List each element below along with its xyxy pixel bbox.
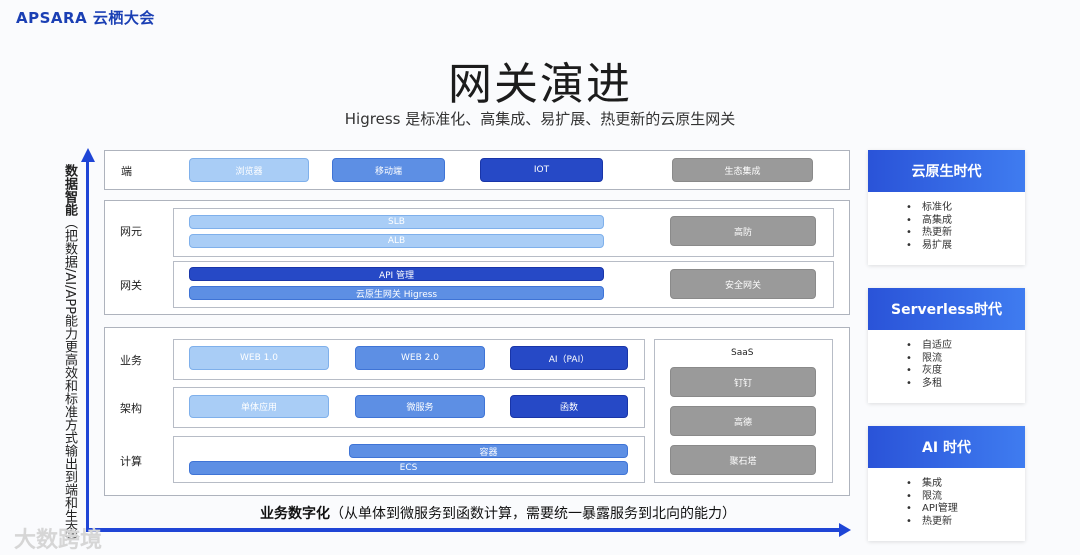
y-axis-bold: 数据智能 (62, 164, 77, 216)
chip-security-gateway: 安全网关 (670, 269, 816, 299)
chip-function: 函数 (510, 395, 628, 418)
card-item: 自适应 (906, 340, 1025, 353)
label-jiagou: 架构 (120, 402, 142, 415)
card-cloud-native: 云原生时代 标准化 高集成 热更新 易扩展 (868, 150, 1025, 265)
chip-ai-pai: AI（PAI） (510, 346, 628, 370)
chip-slb: SLB (189, 215, 604, 229)
chip-ecosystem: 生态集成 (672, 158, 813, 182)
card-item: 集成 (906, 478, 1025, 491)
chip-container: 容器 (349, 444, 628, 458)
chip-microservices: 微服务 (355, 395, 485, 418)
card-item: 热更新 (906, 516, 1025, 529)
chip-browser: 浏览器 (189, 158, 309, 182)
horizontal-arrow-head (839, 523, 851, 537)
watermark: 大数跨境 (14, 528, 103, 553)
y-axis-caption: 数据智能（把数据/AI/APP能力更高效和标准方式输出到端和生态） (58, 164, 80, 548)
label-duan: 端 (121, 165, 132, 178)
vertical-arrow (86, 160, 89, 530)
saas-title: SaaS (731, 348, 754, 358)
card-serverless: Serverless时代 自适应 限流 灰度 多租 (868, 288, 1025, 403)
card-item: API管理 (906, 503, 1025, 516)
page-subtitle: Higress 是标准化、高集成、易扩展、热更新的云原生网关 (344, 110, 736, 128)
label-wangyuan: 网元 (120, 225, 142, 238)
chip-dingtalk: 钉钉 (670, 367, 816, 397)
y-axis-rest: （把数据/AI/APP能力更高效和标准方式输出到端和生态） (62, 216, 77, 549)
card-item: 高集成 (906, 215, 1025, 228)
x-axis-rest: （从单体到微服务到函数计算，需要统一暴露服务到北向的能力） (330, 506, 736, 522)
chip-higress: 云原生网关 Higress (189, 286, 604, 300)
label-yewu: 业务 (120, 354, 142, 367)
chip-api-management: API 管理 (189, 267, 604, 281)
chip-mobile: 移动端 (332, 158, 445, 182)
chip-alb: ALB (189, 234, 604, 248)
chip-ecs: ECS (189, 461, 628, 475)
x-axis-bold: 业务数字化 (260, 506, 330, 522)
chip-web2: WEB 2.0 (355, 346, 485, 370)
card-item: 易扩展 (906, 240, 1025, 253)
chip-iot: IOT (480, 158, 603, 182)
card-title: 云原生时代 (868, 150, 1025, 192)
x-axis-caption: 业务数字化（从单体到微服务到函数计算，需要统一暴露服务到北向的能力） (260, 503, 736, 523)
card-item: 多租 (906, 378, 1025, 391)
card-title: AI 时代 (868, 426, 1025, 468)
apsara-logo: APSARA 云栖大会 (16, 9, 155, 27)
card-item: 灰度 (906, 365, 1025, 378)
card-title: Serverless时代 (868, 288, 1025, 330)
page-title: 网关演进 (448, 59, 632, 110)
horizontal-arrow (86, 528, 841, 532)
chip-jushita: 聚石塔 (670, 445, 816, 475)
card-item: 标准化 (906, 202, 1025, 215)
label-wangguan: 网关 (120, 279, 142, 292)
chip-anti-ddos: 高防 (670, 216, 816, 246)
label-jisuan: 计算 (120, 455, 142, 468)
card-item: 限流 (906, 491, 1025, 504)
chip-monolith: 单体应用 (189, 395, 329, 418)
card-ai: AI 时代 集成 限流 API管理 热更新 (868, 426, 1025, 541)
chip-web1: WEB 1.0 (189, 346, 329, 370)
card-item: 限流 (906, 353, 1025, 366)
chip-amap: 高德 (670, 406, 816, 436)
card-item: 热更新 (906, 227, 1025, 240)
